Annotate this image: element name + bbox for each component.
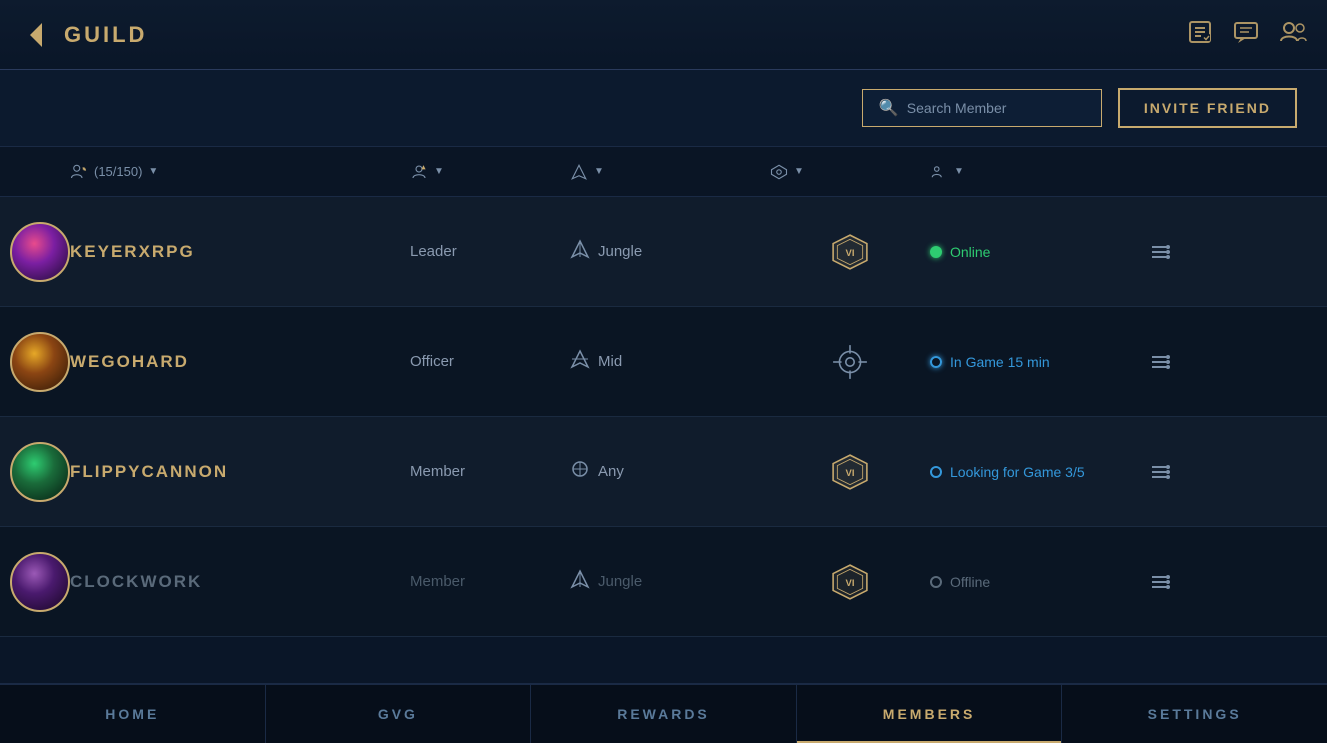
column-headers: (15/150) ▼ ▼ ▼ ▼ ▼ [0, 147, 1327, 197]
member-role: Leader [410, 243, 570, 260]
nav-item-members[interactable]: MEMBERS [797, 685, 1063, 743]
member-lane: Jungle [570, 239, 770, 264]
member-row: KEYERXRPG Leader Jungle VI Online [0, 197, 1327, 307]
lane-icon [570, 459, 590, 484]
svg-text:VI: VI [846, 578, 855, 589]
status-dot [930, 576, 942, 588]
member-lane: Any [570, 459, 770, 484]
col-lane[interactable]: ▼ [570, 163, 770, 181]
member-avatar [0, 222, 70, 282]
search-input[interactable] [907, 100, 1085, 116]
member-lane: Mid [570, 349, 770, 374]
avatar [10, 552, 70, 612]
member-role: Member [410, 463, 570, 480]
back-button[interactable] [20, 19, 52, 51]
nav-item-rewards[interactable]: REWARDS [531, 685, 797, 743]
status-dot [930, 466, 942, 478]
rank-badge: VI [831, 233, 869, 271]
lane-icon [570, 239, 590, 264]
member-avatar [0, 332, 70, 392]
nav-item-home[interactable]: HOME [0, 685, 266, 743]
avatar [10, 442, 70, 502]
member-role: Officer [410, 353, 570, 370]
member-menu-button[interactable] [1130, 461, 1190, 483]
bottom-nav: HOMEGVGREWARDSMEMBERSSETTINGS [0, 683, 1327, 743]
member-status: Offline [930, 574, 1130, 590]
member-name: WEGOHARD [70, 352, 410, 372]
members-list: KEYERXRPG Leader Jungle VI Online [0, 197, 1327, 637]
lane-icon [570, 349, 590, 374]
header: GUILD [0, 0, 1327, 70]
nav-item-gvg[interactable]: GVG [266, 685, 532, 743]
col-role[interactable]: ▼ [410, 163, 570, 181]
avatar [10, 332, 70, 392]
member-role: Member [410, 573, 570, 590]
member-row: CLOCKWORK Member Jungle VI Offline [0, 527, 1327, 637]
status-text: In Game 15 min [950, 354, 1050, 370]
top-bar: 🔍 INVITE FRIEND [0, 70, 1327, 147]
friends-icon[interactable] [1279, 19, 1307, 51]
status-text: Online [950, 244, 990, 260]
rank-badge: VI [831, 453, 869, 491]
member-menu-button[interactable] [1130, 571, 1190, 593]
status-dot [930, 246, 942, 258]
rank-badge [831, 343, 869, 381]
member-rank: VI [770, 233, 930, 271]
member-name: KEYERXRPG [70, 242, 410, 262]
col-members[interactable]: (15/150) ▼ [70, 163, 410, 181]
member-rank: VI [770, 453, 930, 491]
svg-text:VI: VI [846, 248, 855, 259]
header-left: GUILD [20, 19, 147, 51]
header-icons [1187, 19, 1307, 51]
member-avatar [0, 552, 70, 612]
member-status: In Game 15 min [930, 354, 1130, 370]
chat-icon[interactable] [1233, 19, 1259, 51]
member-name: CLOCKWORK [70, 572, 410, 592]
member-rank [770, 343, 930, 381]
search-icon: 🔍 [879, 98, 899, 118]
guild-title: GUILD [64, 22, 147, 48]
svg-text:VI: VI [846, 468, 855, 479]
member-menu-button[interactable] [1130, 241, 1190, 263]
member-name: FLIPPYCANNON [70, 462, 410, 482]
rank-badge: VI [831, 563, 869, 601]
lane-icon [570, 569, 590, 594]
checklist-icon[interactable] [1187, 19, 1213, 51]
status-dot [930, 356, 942, 368]
member-status: Looking for Game 3/5 [930, 464, 1130, 480]
col-rank[interactable]: ▼ [770, 163, 930, 181]
status-text: Offline [950, 574, 990, 590]
status-text: Looking for Game 3/5 [950, 464, 1085, 480]
member-row: FLIPPYCANNON Member Any VI Looking for G… [0, 417, 1327, 527]
col-status[interactable]: ▼ [930, 163, 1130, 181]
member-menu-button[interactable] [1130, 351, 1190, 373]
member-row: WEGOHARD Officer Mid In Game 15 min [0, 307, 1327, 417]
member-lane: Jungle [570, 569, 770, 594]
member-rank: VI [770, 563, 930, 601]
member-avatar [0, 442, 70, 502]
member-status: Online [930, 244, 1130, 260]
avatar [10, 222, 70, 282]
nav-item-settings[interactable]: SETTINGS [1062, 685, 1327, 743]
search-container: 🔍 [862, 89, 1102, 127]
invite-friend-button[interactable]: INVITE FRIEND [1118, 88, 1297, 128]
